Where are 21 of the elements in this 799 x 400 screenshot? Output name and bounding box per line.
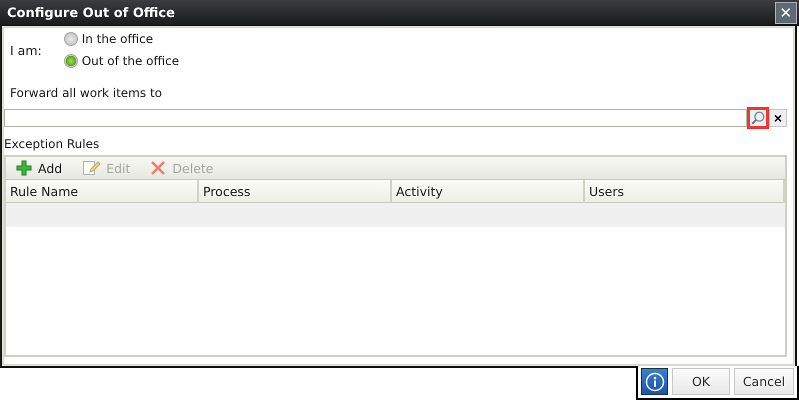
search-button[interactable] (747, 107, 769, 129)
clear-button[interactable]: × (769, 109, 787, 127)
dialog-button[interactable]: Cancel (734, 368, 794, 395)
info-icon (644, 372, 664, 392)
forward-field[interactable] (4, 109, 747, 127)
dialog-button[interactable]: OK (672, 368, 730, 395)
forward-label: Forward all work items to (10, 86, 163, 100)
radio-button[interactable] (64, 54, 78, 68)
plus-icon (16, 160, 32, 176)
add-button[interactable]: Add (10, 160, 68, 176)
status-label: I am: (10, 42, 42, 58)
search-icon (750, 109, 766, 127)
info-button[interactable] (641, 368, 668, 395)
pencil-note-icon (82, 159, 100, 177)
radio-label: In the office (82, 32, 154, 46)
cross-icon (150, 160, 166, 176)
exceptions-label: Exception Rules (4, 137, 100, 151)
close-button[interactable]: ✕ (775, 2, 797, 24)
window-title: Configure Out of Office (7, 6, 175, 20)
radio-label: Out of the office (82, 54, 180, 68)
radio-button[interactable] (64, 32, 78, 46)
